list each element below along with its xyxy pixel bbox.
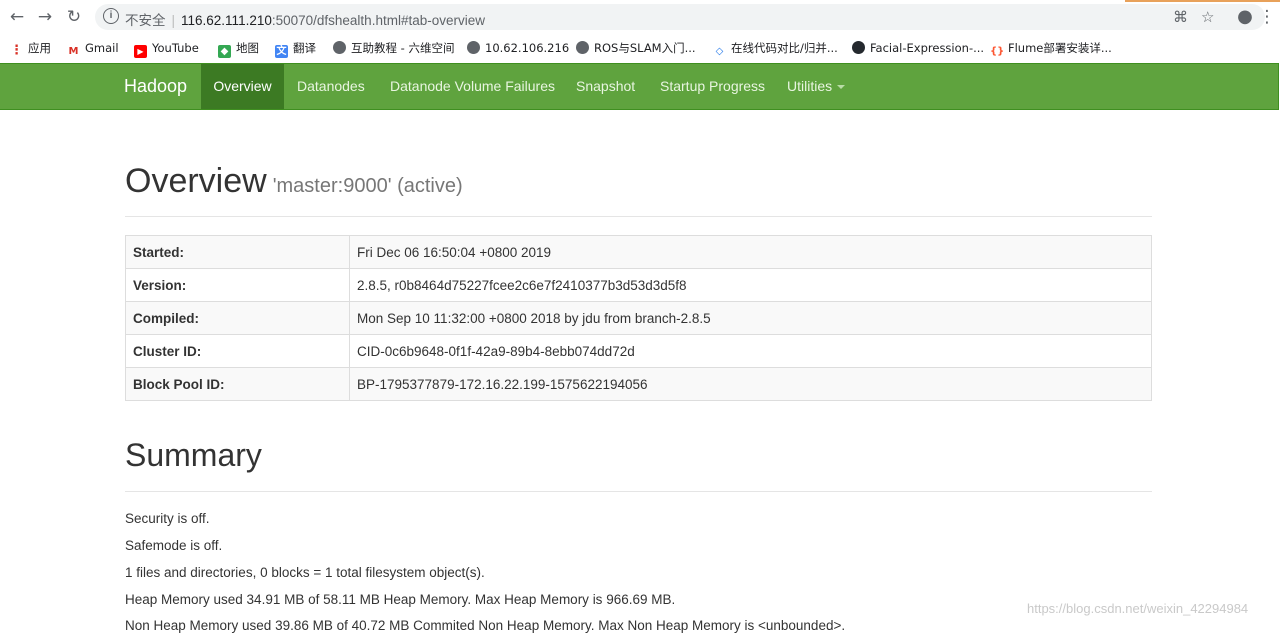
tab-snapshot[interactable]: Snapshot xyxy=(576,64,635,109)
profile-avatar-icon[interactable]: ● xyxy=(1234,6,1256,28)
bookmark-label: 在线代码对比/归并... xyxy=(731,41,838,55)
tab-datanodes[interactable]: Datanodes xyxy=(297,64,365,109)
diff-icon: ◇ xyxy=(713,45,726,58)
row-value: CID-0c6b9648-0f1f-42a9-89b4-8ebb074dd72d xyxy=(349,334,1152,368)
bookmark-label: 互助教程 - 六维空间 xyxy=(351,41,455,55)
summary-line: Heap Memory used 34.91 MB of 58.11 MB He… xyxy=(125,592,676,607)
url-host: 116.62.111.210 xyxy=(181,13,272,28)
bookmark-ros-slam[interactable]: ROS与SLAM入门... xyxy=(576,39,696,57)
table-row: Block Pool ID: BP-1795377879-172.16.22.19… xyxy=(125,367,1152,401)
bookmark-label: 地图 xyxy=(236,41,259,55)
bookmark-translate[interactable]: 文翻译 xyxy=(275,39,316,58)
row-key: Started: xyxy=(125,235,350,269)
tab-datanode-volume-failures[interactable]: Datanode Volume Failures xyxy=(390,64,555,109)
maps-icon: ◆ xyxy=(218,45,231,58)
divider xyxy=(125,216,1152,217)
row-value: Mon Sep 10 11:32:00 +0800 2018 by jdu fr… xyxy=(349,301,1152,335)
security-label: 不安全 xyxy=(125,13,166,28)
globe-icon xyxy=(576,41,589,54)
url-text[interactable]: 不安全 | 116.62.111.210:50070/dfshealth.html#… xyxy=(125,9,485,29)
reload-icon[interactable]: ↻ xyxy=(63,6,85,28)
row-key: Compiled: xyxy=(125,301,350,335)
summary-title: Summary xyxy=(125,437,262,473)
bookmark-label: ROS与SLAM入门... xyxy=(594,41,696,55)
bookmark-apps[interactable]: ⋮ 应用 xyxy=(10,39,51,57)
table-row: Started: Fri Dec 06 16:50:04 +0800 2019 xyxy=(125,235,1152,269)
bookmark-label: YouTube xyxy=(152,41,199,55)
bookmark-label: 10.62.106.216 xyxy=(485,41,570,55)
bookmark-maps[interactable]: ◆ 地图 xyxy=(218,39,259,58)
hadoop-navbar: Hadoop Overview Datanodes Datanode Volum… xyxy=(0,63,1279,110)
globe-icon xyxy=(467,41,480,54)
summary-line: Security is off. xyxy=(125,511,210,526)
bookmark-label: 应用 xyxy=(28,41,51,55)
gmail-icon: M xyxy=(67,45,80,58)
bookmark-gmail[interactable]: M Gmail xyxy=(67,39,119,58)
summary-line: 1 files and directories, 0 blocks = 1 to… xyxy=(125,565,485,580)
bookmark-github[interactable]: Facial-Expression-... xyxy=(852,39,984,57)
bookmark-label: 翻译 xyxy=(293,41,316,55)
info-icon[interactable]: i xyxy=(103,8,119,24)
table-row: Compiled: Mon Sep 10 11:32:00 +0800 2018 … xyxy=(125,301,1152,335)
bookmarks-bar: ⋮ 应用 M Gmail ▶ YouTube ◆ 地图 文翻译 互助教程 - 六维空间 … xyxy=(0,34,1280,62)
overview-table: Started: Fri Dec 06 16:50:04 +0800 2019 V… xyxy=(125,235,1152,401)
tab-utilities[interactable]: Utilities xyxy=(787,64,846,109)
url-separator: | xyxy=(171,13,176,28)
table-row: Cluster ID: CID-0c6b9648-0f1f-42a9-89b4-8… xyxy=(125,334,1152,368)
url-path: :50070/dfshealth.html#tab-overview xyxy=(271,13,485,28)
namenode-status: 'master:9000' (active) xyxy=(272,175,463,197)
row-key: Block Pool ID: xyxy=(125,367,350,401)
forward-arrow-icon[interactable]: → xyxy=(34,6,56,28)
bookmark-flume[interactable]: {} Flume部署安装详... xyxy=(990,39,1112,58)
row-value: Fri Dec 06 16:50:04 +0800 2019 xyxy=(349,235,1152,269)
row-value: BP-1795377879-172.16.22.199-157562219405… xyxy=(349,367,1152,401)
bookmark-star-icon[interactable]: ☆ xyxy=(1201,8,1214,26)
brand-logo[interactable]: Hadoop xyxy=(124,76,187,97)
csdn-icon: {} xyxy=(990,45,1005,58)
back-arrow-icon[interactable]: ← xyxy=(6,6,28,28)
bookmark-label: Facial-Expression-... xyxy=(870,41,985,55)
tab-overview[interactable]: Overview xyxy=(201,64,284,109)
table-row: Version: 2.8.5, r0b8464d75227fcee2c6e7f24… xyxy=(125,268,1152,302)
page-title: Overview'master:9000' (active) xyxy=(125,162,463,201)
bookmark-ip[interactable]: 10.62.106.216 xyxy=(467,39,569,57)
chevron-down-icon xyxy=(837,85,846,90)
apps-grid-icon: ⋮ xyxy=(10,43,23,58)
decorative-strip xyxy=(1125,0,1280,2)
youtube-icon: ▶ xyxy=(134,45,147,58)
browser-toolbar: ← → ↻ i 不安全 | 116.62.111.210:50070/dfsheal… xyxy=(0,0,1280,34)
globe-icon xyxy=(333,41,346,54)
translate-icon: 文 xyxy=(275,45,288,58)
translate-page-icon[interactable]: ⌘ xyxy=(1173,8,1188,26)
bookmark-code-diff[interactable]: ◇ 在线代码对比/归并... xyxy=(713,39,838,58)
row-key: Version: xyxy=(125,268,350,302)
row-value: 2.8.5, r0b8464d75227fcee2c6e7f2410377b3d… xyxy=(349,268,1152,302)
overview-title: Overview xyxy=(125,162,267,200)
tab-utilities-label: Utilities xyxy=(787,78,833,94)
address-bar[interactable]: i 不安全 | 116.62.111.210:50070/dfshealth.htm… xyxy=(95,4,1265,30)
bookmark-tutorial[interactable]: 互助教程 - 六维空间 xyxy=(333,39,454,57)
divider xyxy=(125,491,1152,492)
bookmark-label: Gmail xyxy=(85,41,119,55)
bookmark-label: Flume部署安装详... xyxy=(1008,41,1112,55)
browser-menu-icon[interactable]: ⋮ xyxy=(1256,6,1278,28)
github-icon xyxy=(852,41,865,54)
tab-startup-progress[interactable]: Startup Progress xyxy=(660,64,765,109)
watermark: https://blog.csdn.net/weixin_42294984 xyxy=(1027,601,1249,616)
bookmark-youtube[interactable]: ▶ YouTube xyxy=(134,39,199,58)
row-key: Cluster ID: xyxy=(125,334,350,368)
summary-line: Safemode is off. xyxy=(125,538,223,553)
